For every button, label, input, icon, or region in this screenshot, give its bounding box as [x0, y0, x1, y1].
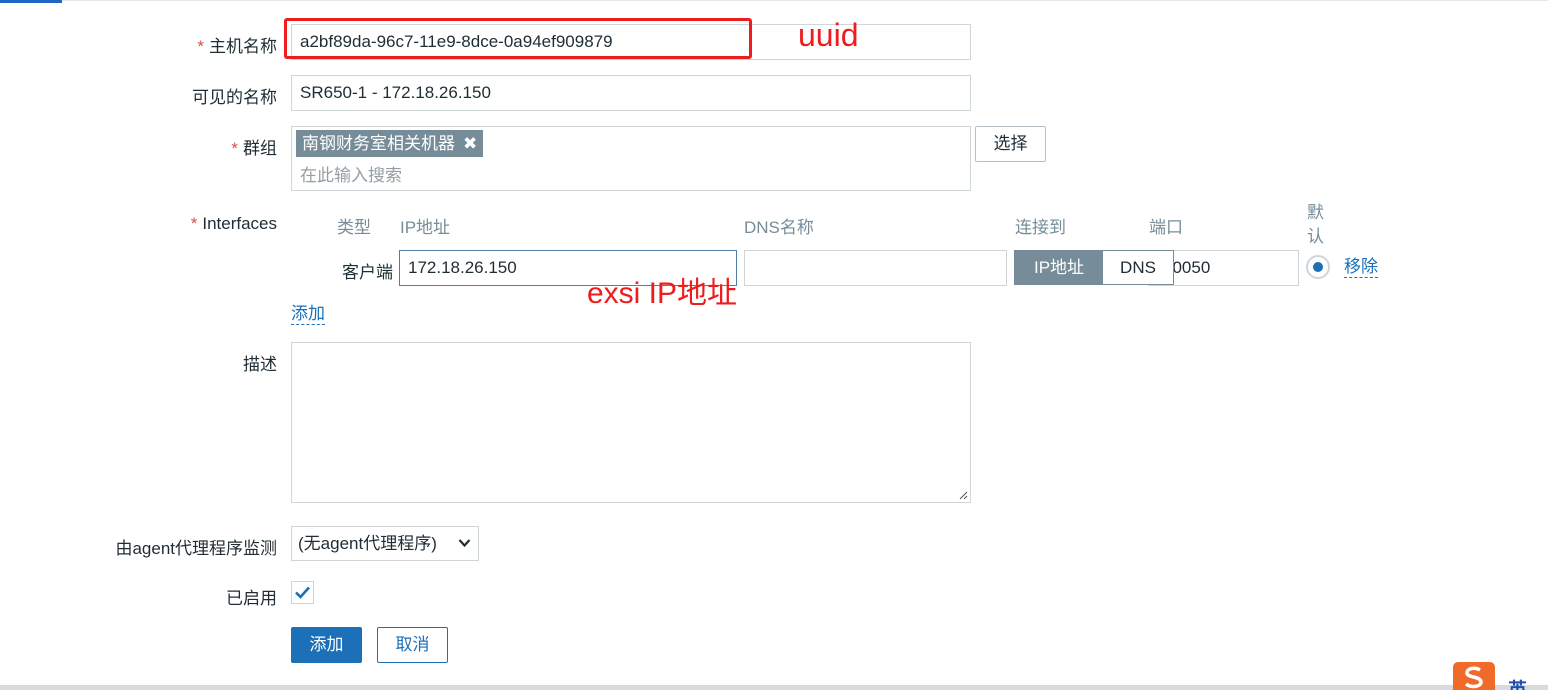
- col-header-default: 默认: [1307, 203, 1324, 246]
- add-interface-link[interactable]: 添加: [291, 304, 325, 325]
- interface-dns-input[interactable]: [744, 250, 1007, 286]
- interface-type-label: 客户端: [342, 263, 393, 282]
- visible-name-label: 可见的名称: [192, 88, 277, 107]
- connect-ip-option[interactable]: IP地址: [1015, 251, 1103, 284]
- exsi-ip-annotation-text: exsi IP地址: [587, 277, 738, 310]
- chevron-down-icon: [458, 539, 471, 548]
- resize-handle-icon[interactable]: [958, 490, 968, 500]
- select-group-button[interactable]: 选择: [975, 126, 1046, 162]
- proxy-label: 由agent代理程序监测: [115, 539, 277, 558]
- proxy-select[interactable]: (无agent代理程序): [291, 526, 479, 561]
- default-interface-radio[interactable]: [1306, 255, 1330, 279]
- sogou-s-icon: [1464, 666, 1483, 689]
- top-divider: [0, 0, 1548, 4]
- checkmark-icon: [295, 586, 310, 599]
- enabled-checkbox[interactable]: [291, 581, 314, 604]
- col-header-type: 类型: [337, 218, 371, 237]
- description-textarea[interactable]: [291, 342, 971, 503]
- col-header-dns: DNS名称: [744, 218, 814, 237]
- uuid-annotation-text: uuid: [798, 17, 859, 53]
- group-tag-label: 南钢财务室相关机器: [302, 134, 455, 153]
- group-tag: 南钢财务室相关机器 ✖: [296, 130, 484, 157]
- col-header-port: 端口: [1149, 218, 1183, 237]
- interfaces-label: * Interfaces: [190, 214, 277, 233]
- enabled-label: 已启用: [226, 589, 277, 608]
- group-search-input[interactable]: 在此输入搜索: [300, 161, 402, 186]
- connect-to-toggle[interactable]: IP地址 DNS: [1014, 250, 1174, 285]
- radio-selected-dot: [1313, 262, 1323, 272]
- groups-label: * 群组: [231, 139, 277, 158]
- cancel-button[interactable]: 取消: [377, 627, 448, 663]
- groups-multiselect[interactable]: 南钢财务室相关机器 ✖ 在此输入搜索: [291, 126, 971, 191]
- description-label: 描述: [243, 355, 277, 374]
- add-button[interactable]: 添加: [291, 627, 362, 663]
- remove-interface-link[interactable]: 移除: [1344, 257, 1378, 278]
- remove-tag-icon[interactable]: ✖: [463, 134, 477, 153]
- connect-dns-option[interactable]: DNS: [1103, 251, 1173, 284]
- col-header-connect: 连接到: [1015, 218, 1066, 237]
- bottom-scrollbar[interactable]: [0, 685, 1548, 690]
- col-header-ip: IP地址: [400, 218, 451, 237]
- uuid-annotation-box: [284, 18, 752, 59]
- hostname-label: * 主机名称: [197, 37, 277, 56]
- visible-name-input[interactable]: SR650-1 - 172.18.26.150: [291, 75, 971, 111]
- sogou-ime-icon[interactable]: [1453, 662, 1495, 690]
- proxy-selected-value: (无agent代理程序): [298, 534, 437, 553]
- active-tab-indicator: [0, 0, 62, 3]
- ime-mode-indicator[interactable]: 英: [1508, 675, 1527, 690]
